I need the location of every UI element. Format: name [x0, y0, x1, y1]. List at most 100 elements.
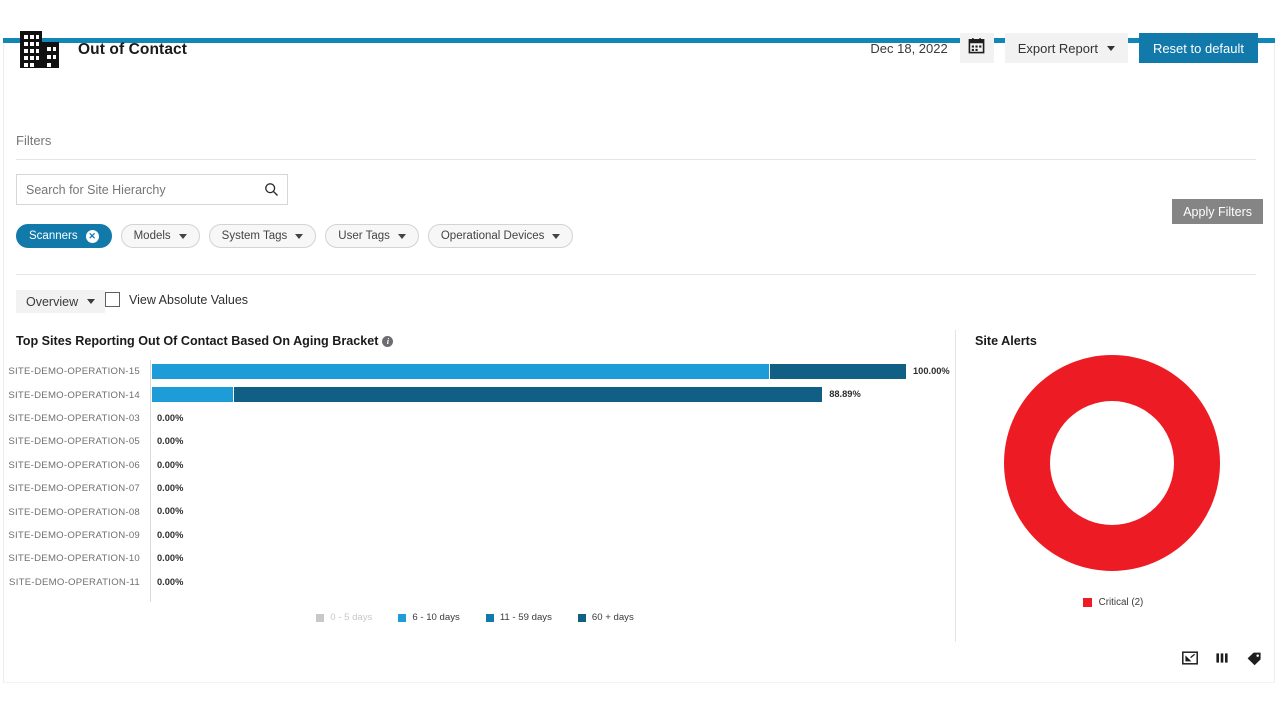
search-icon[interactable]: [264, 182, 279, 197]
calendar-icon: [968, 37, 985, 59]
donut-hole: [1050, 401, 1174, 525]
columns-icon[interactable]: [1214, 650, 1230, 666]
bar-stack[interactable]: [152, 387, 824, 403]
bar-chart-row[interactable]: SITE-DEMO-OPERATION-15 100.00%: [0, 360, 950, 383]
header-actions: Dec 18, 2022 Export Report Reset to defa…: [870, 33, 1258, 63]
filter-chip-group: Scanners ✕ Models System Tags User Tags Opera…: [16, 224, 574, 248]
legend-item-60-days[interactable]: 60 + days: [577, 612, 634, 623]
view-absolute-values-control[interactable]: View Absolute Values: [105, 292, 248, 307]
legend-swatch: [577, 613, 586, 622]
legend-item-0-5-days[interactable]: 0 - 5 days: [316, 612, 372, 623]
footer-icon-bar: [1182, 650, 1262, 666]
bar-chart-row[interactable]: SITE-DEMO-OPERATION-10 0.00%: [0, 547, 950, 570]
overview-label: Overview: [26, 294, 79, 309]
bar-row-label: SITE-DEMO-OPERATION-14: [8, 389, 140, 401]
bar-value-label: 0.00%: [157, 529, 184, 540]
info-icon[interactable]: i: [382, 335, 394, 347]
building-icon: [17, 27, 62, 72]
bar-value-label: 0.00%: [157, 576, 184, 587]
legend-label: 60 + days: [591, 612, 634, 623]
filter-chip-label: Scanners: [29, 230, 78, 242]
bar-row-label: SITE-DEMO-OPERATION-07: [8, 483, 140, 495]
bar-row-label: SITE-DEMO-OPERATION-08: [8, 506, 140, 518]
view-absolute-values-checkbox[interactable]: [105, 292, 120, 307]
bar-chart-row[interactable]: SITE-DEMO-OPERATION-08 0.00%: [0, 500, 950, 523]
bar-chart-title: Top Sites Reporting Out Of Contact Based…: [16, 334, 394, 348]
divider-filters-top: [16, 159, 1256, 160]
apply-filters-button[interactable]: Apply Filters: [1172, 199, 1263, 224]
calendar-button[interactable]: [959, 33, 994, 63]
legend-label-critical: Critical (2): [1098, 597, 1144, 608]
filter-chip-models[interactable]: Models: [120, 224, 200, 248]
reset-to-default-label: Reset to default: [1152, 40, 1244, 56]
legend-label: 6 - 10 days: [412, 612, 460, 623]
bar-value-label: 0.00%: [157, 459, 184, 470]
chevron-down-icon: [552, 233, 561, 239]
remove-chip-icon[interactable]: ✕: [85, 229, 99, 243]
legend-swatch: [485, 613, 494, 622]
legend-swatch: [316, 613, 325, 622]
filter-chip-system-tags[interactable]: System Tags: [208, 224, 317, 248]
chevron-down-icon: [178, 233, 187, 239]
bar-chart-row[interactable]: SITE-DEMO-OPERATION-09 0.00%: [0, 524, 950, 547]
site-alerts-title: Site Alerts: [975, 334, 1037, 348]
search-site-hierarchy[interactable]: [16, 174, 288, 205]
bar-chart-row[interactable]: SITE-DEMO-OPERATION-11 0.00%: [0, 571, 950, 594]
bar-chart-row[interactable]: SITE-DEMO-OPERATION-07 0.00%: [0, 477, 950, 500]
expand-icon[interactable]: [1182, 650, 1198, 666]
bar-value-label: 0.00%: [157, 412, 184, 423]
bar-row-label: SITE-DEMO-OPERATION-06: [8, 459, 140, 471]
bar-value-label: 88.89%: [829, 389, 861, 400]
site-alerts-donut[interactable]: [1004, 355, 1220, 571]
filter-chip-user-tags[interactable]: User Tags: [325, 224, 419, 248]
reset-to-default-button[interactable]: Reset to default: [1138, 33, 1258, 63]
page-header: Out of Contact Dec 18, 2022 Export Repor…: [0, 5, 1272, 79]
bar-chart-panel: SITE-DEMO-OPERATION-15 100.00% SITE-DEMO-O…: [0, 360, 950, 605]
legend-swatch: [398, 613, 407, 622]
search-input[interactable]: [26, 175, 258, 204]
bar-chart-title-text: Top Sites Reporting Out Of Contact Based…: [16, 334, 379, 348]
site-alerts-legend: Critical (2): [975, 597, 1251, 608]
chevron-down-icon: [295, 233, 304, 239]
filter-chip-scanners[interactable]: Scanners ✕: [16, 224, 112, 248]
bar-row-label: SITE-DEMO-OPERATION-03: [8, 412, 140, 424]
tag-icon[interactable]: [1246, 650, 1262, 666]
divider-filters-bottom: [16, 274, 1256, 275]
chevron-down-icon: [1106, 45, 1115, 51]
bar-chart-row[interactable]: SITE-DEMO-OPERATION-06 0.00%: [0, 454, 950, 477]
legend-label: 11 - 59 days: [499, 612, 552, 623]
bar-chart-row[interactable]: SITE-DEMO-OPERATION-03 0.00%: [0, 407, 950, 430]
bar-chart-row[interactable]: SITE-DEMO-OPERATION-14 88.89%: [0, 383, 950, 406]
legend-item-11-59-days[interactable]: 11 - 59 days: [485, 612, 552, 623]
panel-divider: [955, 330, 956, 642]
bar-value-label: 0.00%: [157, 436, 184, 447]
bar-row-label: SITE-DEMO-OPERATION-09: [8, 529, 140, 541]
filter-chip-label: Models: [133, 230, 171, 242]
export-report-label: Export Report: [1017, 40, 1098, 56]
filter-chip-label: System Tags: [221, 230, 288, 242]
filter-chip-label: User Tags: [338, 230, 390, 242]
bar-value-label: 100.00%: [913, 366, 950, 376]
bar-value-label: 0.00%: [157, 553, 184, 564]
view-absolute-values-label: View Absolute Values: [129, 292, 249, 307]
bar-segment[interactable]: [152, 387, 235, 403]
bar-row-label: SITE-DEMO-OPERATION-15: [8, 366, 140, 378]
bar-row-label: SITE-DEMO-OPERATION-05: [8, 436, 140, 448]
bar-segment[interactable]: [152, 364, 770, 379]
bar-segment[interactable]: [769, 364, 907, 379]
bar-segment[interactable]: [234, 387, 824, 403]
bar-stack[interactable]: [152, 364, 907, 379]
legend-item-6-10-days[interactable]: 6 - 10 days: [398, 612, 460, 623]
bar-row-label: SITE-DEMO-OPERATION-10: [8, 553, 140, 565]
bar-chart-row[interactable]: SITE-DEMO-OPERATION-05 0.00%: [0, 430, 950, 453]
filters-section-label: Filters: [16, 133, 52, 148]
bar-chart-legend: 0 - 5 days 6 - 10 days 11 - 59 days 60 + da…: [0, 612, 950, 623]
filter-chip-operational-devices[interactable]: Operational Devices: [427, 224, 574, 248]
legend-swatch-critical: [1082, 598, 1092, 607]
bar-value-label: 0.00%: [157, 506, 184, 517]
export-report-button[interactable]: Export Report: [1004, 33, 1128, 63]
chevron-down-icon: [87, 299, 96, 304]
overview-dropdown[interactable]: Overview: [16, 290, 106, 313]
date-display: Dec 18, 2022: [870, 40, 948, 56]
page-title: Out of Contact: [78, 41, 188, 58]
